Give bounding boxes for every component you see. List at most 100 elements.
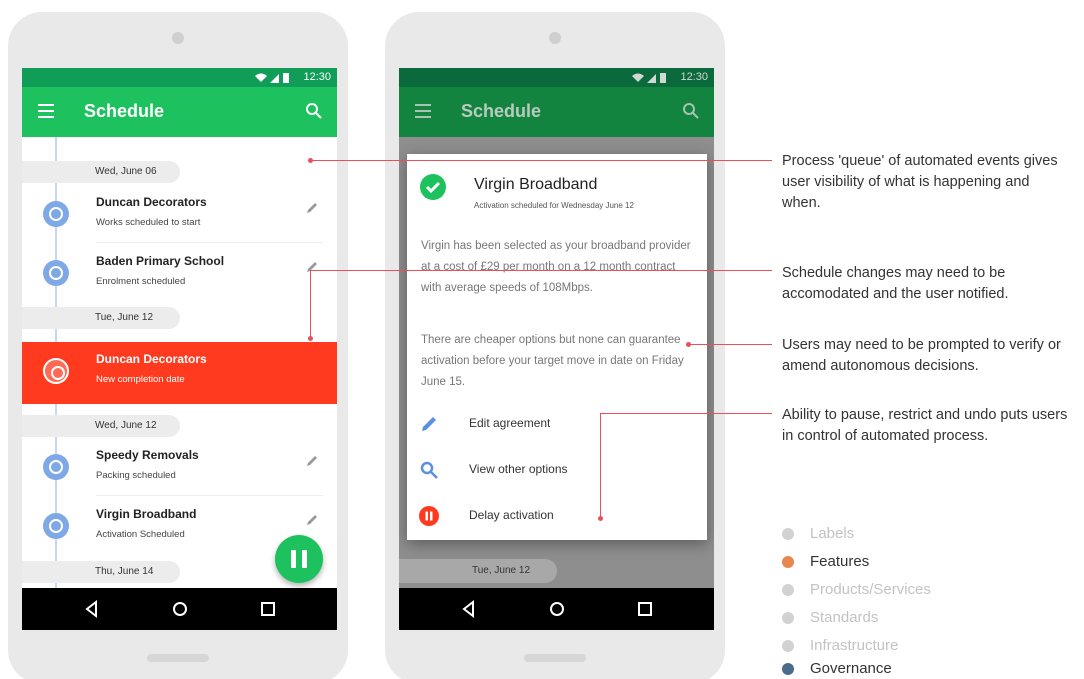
schedule-item[interactable]: Baden Primary School Enrolment scheduled [22,244,337,302]
back-icon[interactable] [459,599,479,619]
delay-activation-button[interactable]: Delay activation [407,496,707,536]
divider [96,495,323,496]
date-header: Wed, June 12 [22,415,180,437]
dialog-title: Virgin Broadband [474,176,598,193]
item-subtitle: Works scheduled to start [96,217,201,228]
action-label: Delay activation [469,508,554,522]
home-icon[interactable] [170,599,190,619]
legend-item: Features [782,552,869,572]
clock-icon [43,454,69,480]
home-icon[interactable] [547,599,567,619]
view-options-button[interactable]: View other options [407,450,707,490]
screen: 12:30 Schedule Tue, June 12 Virgin Broad… [399,68,714,630]
action-label: Edit agreement [469,416,551,430]
legend-label: Labels [810,525,855,542]
legend-label: Features [810,553,870,570]
status-bar: 12:30 [22,68,337,87]
screen: 12:30 Schedule Wed, June 06 Duncan Decor… [22,68,337,630]
annotation-connector [688,344,772,345]
legend-dot [782,584,794,596]
dialog-body: There are cheaper options but none can g… [421,334,684,388]
pause-icon-bar [302,550,307,568]
action-label: View other options [469,462,568,476]
date-header: Wed, June 06 [22,161,180,183]
pause-icon [291,550,296,568]
decision-dialog: Virgin Broadband Activation scheduled fo… [407,154,707,540]
home-indicator [147,654,209,662]
divider [96,242,323,243]
item-title: Duncan Decorators [96,352,207,366]
annotation-dot [686,342,691,347]
annotation-dot [598,516,603,521]
legend-item: Infrastructure [782,636,898,656]
phone-schedule: 12:30 Schedule Wed, June 06 Duncan Decor… [8,12,348,679]
item-subtitle: Activation Scheduled [96,529,185,540]
dialog-body: Virgin has been selected as your broadba… [421,240,691,294]
annotation-dot [308,158,313,163]
annotation-connector [310,160,772,161]
date-header: Thu, June 14 [22,561,180,583]
annotation-text: Schedule changes may need to be accomoda… [782,265,1009,302]
clock-icon [43,358,69,384]
legend-dot [782,612,794,624]
dialog-subtitle: Activation scheduled for Wednesday June … [474,201,634,210]
annotation-connector [310,270,311,338]
annotation-connector [310,270,772,271]
date-header: Tue, June 12 [399,559,557,583]
camera [172,32,184,44]
item-subtitle: Enrolment scheduled [96,276,186,287]
schedule-item[interactable]: Duncan Decorators Works scheduled to sta… [22,185,337,243]
app-title: Schedule [461,101,542,121]
edit-icon[interactable] [305,454,319,468]
legend-dot [782,528,794,540]
annotation-text: Users may need to be prompted to verify … [782,337,1061,374]
app-bar: Schedule [22,87,337,137]
item-subtitle: New completion date [96,374,185,385]
legend-item: Labels [782,524,854,544]
recents-icon[interactable] [258,599,278,619]
annotation-connector [600,413,601,518]
legend-item: Products/Services [782,580,931,600]
menu-icon[interactable] [38,104,54,118]
legend-label: Governance [810,660,892,677]
camera [549,32,561,44]
edit-agreement-button[interactable]: Edit agreement [407,404,707,444]
status-bar: 12:30 [399,68,714,87]
item-title: Baden Primary School [96,254,225,268]
nav-bar [399,588,714,630]
recents-icon[interactable] [635,599,655,619]
pause-button[interactable] [275,535,323,583]
search-icon[interactable] [305,102,323,120]
menu-icon[interactable] [415,104,431,118]
app-title: Schedule [84,101,165,121]
back-icon[interactable] [82,599,102,619]
clock-icon [43,201,69,227]
annotation-connector [600,413,772,414]
legend-dot [782,640,794,652]
page: 12:30 Schedule Wed, June 06 Duncan Decor… [0,0,1084,679]
check-icon [420,174,446,200]
schedule-item-alert[interactable]: Duncan Decorators New completion date [22,342,337,404]
schedule-item[interactable]: Speedy Removals Packing scheduled [22,438,337,496]
item-title: Duncan Decorators [96,195,207,209]
edit-icon[interactable] [305,513,319,527]
item-subtitle: Packing scheduled [96,470,176,481]
item-title: Speedy Removals [96,448,199,462]
search-icon[interactable] [682,102,700,120]
legend-label: Standards [810,609,879,626]
legend-dot [782,556,794,568]
legend-item: Governance [782,659,892,679]
clock-icon [43,513,69,539]
signal-battery-icon [255,73,289,83]
edit-icon[interactable] [305,260,319,274]
legend-label: Products/Services [810,581,931,598]
annotation-dot [308,336,313,341]
date-header: Tue, June 12 [22,307,180,329]
pencil-icon [422,417,436,431]
pause-icon [419,506,439,526]
legend-item: Standards [782,608,878,628]
item-title: Virgin Broadband [96,507,197,521]
status-time: 12:30 [680,71,708,83]
phone-dialog: 12:30 Schedule Tue, June 12 Virgin Broad… [385,12,725,679]
edit-icon[interactable] [305,201,319,215]
